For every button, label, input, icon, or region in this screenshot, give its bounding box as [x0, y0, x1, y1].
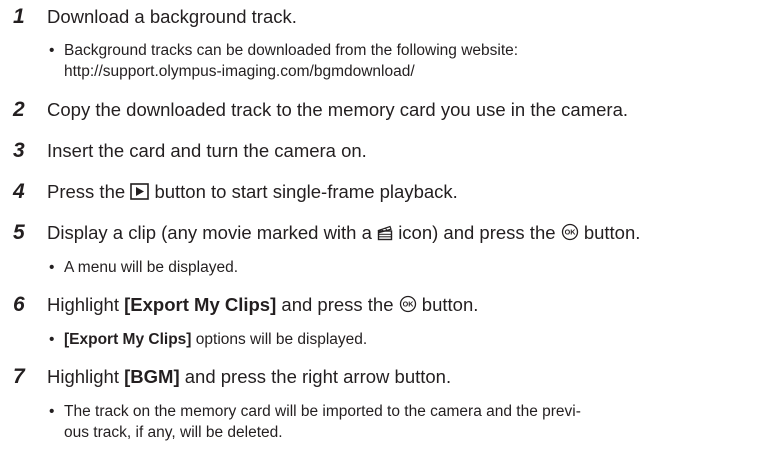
step-2: 2 Copy the downloaded track to the memor… [0, 95, 779, 125]
step-number: 2 [13, 98, 25, 121]
note-line: The track on the memory card will be imp… [64, 403, 581, 420]
menu-item-label: [BGM] [124, 366, 180, 387]
bullet: • [49, 331, 55, 348]
instruction-page: 1 Download a background track. • Backgro… [0, 0, 779, 476]
step-4: 4 Press the button to start single-frame… [0, 177, 779, 207]
step-text: Download a background track. [47, 6, 297, 27]
step-5-note: • A menu will be displayed. [49, 257, 759, 278]
step-text-part: Highlight [47, 366, 119, 387]
bullet: • [49, 259, 55, 276]
step-text-part: button. [583, 222, 641, 243]
step-number: 6 [13, 293, 25, 316]
step-6: 6 Highlight [Export My Clips] and press … [0, 290, 779, 320]
step-text: Insert the card and turn the camera on. [47, 140, 367, 161]
step-text: Highlight [BGM] and press the right arro… [47, 362, 451, 392]
step-text: Display a clip (any movie marked with a … [47, 218, 640, 250]
step-number: 1 [13, 5, 25, 28]
playback-button-icon [130, 179, 150, 209]
step-number: 5 [13, 221, 25, 244]
step-1-note: • Background tracks can be downloaded fr… [49, 40, 759, 82]
step-number: 7 [13, 365, 25, 388]
bullet: • [49, 403, 55, 420]
bullet: • [49, 42, 55, 59]
step-number: 3 [13, 139, 25, 162]
step-6-note: • [Export My Clips] options will be disp… [49, 329, 759, 350]
step-text: Highlight [Export My Clips] and press th… [47, 290, 478, 322]
svg-text:OK: OK [402, 300, 414, 309]
step-7-note: • The track on the memory card will be i… [49, 401, 759, 443]
note-line: ous track, if any, will be deleted. [64, 424, 283, 441]
step-text: Press the button to start single-frame p… [47, 177, 458, 209]
step-text: Copy the downloaded track to the memory … [47, 99, 628, 120]
step-text-part: Press the [47, 181, 126, 202]
step-5: 5 Display a clip (any movie marked with … [0, 218, 779, 248]
step-1: 1 Download a background track. [0, 2, 779, 32]
note-link[interactable]: http://support.olympus-imaging.com/bgmdo… [64, 63, 415, 80]
step-7: 7 Highlight [BGM] and press the right ar… [0, 362, 779, 392]
ok-button-icon: OK [561, 220, 579, 250]
clip-icon [377, 220, 393, 250]
menu-item-label: [Export My Clips] [64, 331, 192, 348]
note-text: A menu will be displayed. [64, 259, 239, 276]
step-number: 4 [13, 180, 25, 203]
menu-item-label: [Export My Clips] [124, 294, 277, 315]
step-3: 3 Insert the card and turn the camera on… [0, 136, 779, 166]
ok-button-icon: OK [399, 292, 417, 322]
step-text-part: Display a clip (any movie marked with a [47, 222, 372, 243]
step-text-part: button. [421, 294, 479, 315]
step-text-part: and press the [281, 294, 394, 315]
step-text-part: Highlight [47, 294, 119, 315]
step-text-part: and press the right arrow button. [184, 366, 452, 387]
step-text-part: button to start single-frame playback. [154, 181, 458, 202]
note-text: options will be displayed. [195, 331, 368, 348]
note-line: Background tracks can be downloaded from… [64, 42, 519, 59]
svg-text:OK: OK [564, 228, 576, 237]
step-text-part: icon) and press the [398, 222, 556, 243]
